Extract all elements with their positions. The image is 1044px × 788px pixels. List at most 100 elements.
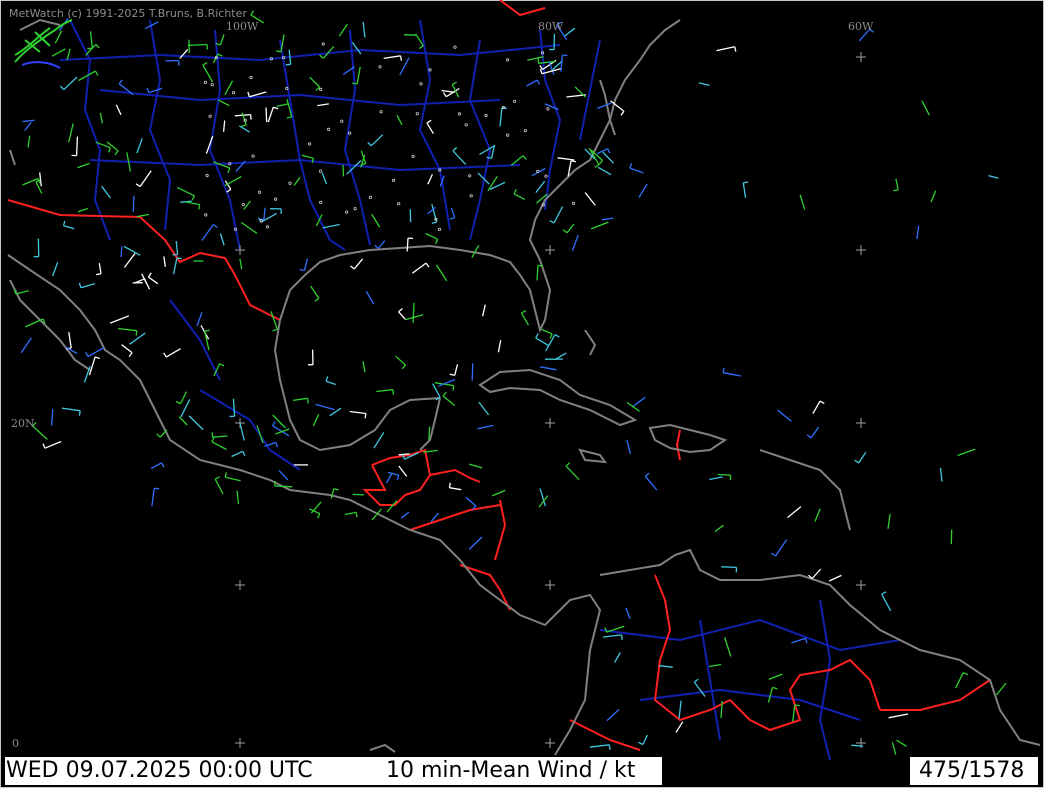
wind-barb-flag <box>128 352 133 357</box>
wind-barb <box>395 355 407 366</box>
calm-station-marker <box>251 154 255 158</box>
wind-barb <box>288 49 292 65</box>
wind-barb <box>383 55 401 60</box>
credit-text: MetWatch (c) 1991-2025 T.Bruns, B.Richte… <box>9 7 247 20</box>
wind-barb <box>602 634 622 638</box>
wind-barb <box>115 104 122 116</box>
wind-barb <box>27 135 31 148</box>
wind-barb <box>88 356 96 376</box>
wind-barb <box>175 240 179 255</box>
wind-barb-flag <box>273 106 279 110</box>
calm-station-marker <box>505 58 510 62</box>
wind-barb-flag <box>537 58 540 64</box>
wind-barb <box>129 332 146 345</box>
wind-barb-flag <box>59 85 65 91</box>
wind-barb <box>565 465 580 481</box>
wind-barb-flag <box>854 459 860 464</box>
calm-station-marker <box>378 65 382 69</box>
wind-barb-flag <box>806 434 812 439</box>
wind-barb-flag <box>425 262 430 268</box>
wind-barb <box>606 708 620 722</box>
wind-barb <box>777 409 792 422</box>
wind-barb <box>272 425 290 437</box>
calm-station-marker <box>513 99 517 103</box>
wind-barb <box>44 440 62 449</box>
wind-barb <box>426 122 434 135</box>
wind-barbs[interactable] <box>13 10 1007 755</box>
wind-barb-flag <box>214 476 220 480</box>
calm-station-marker <box>379 110 383 114</box>
wind-barb <box>22 119 35 123</box>
wind-barb <box>373 432 385 449</box>
wind-barb-flag <box>549 220 555 224</box>
wind-barb <box>123 253 136 268</box>
wind-barb <box>571 234 579 251</box>
calm-station-marker <box>265 225 270 229</box>
wind-barb <box>638 183 648 198</box>
wind-barb <box>881 593 892 612</box>
wind-barb <box>136 213 150 218</box>
wind-barb <box>51 262 59 277</box>
wind-barb <box>767 687 774 703</box>
wind-barb <box>468 463 483 469</box>
wind-barb <box>24 318 44 328</box>
political-borders <box>7 0 991 751</box>
wind-barb <box>61 407 81 412</box>
wind-barb <box>117 327 137 332</box>
wind-barb <box>722 372 741 377</box>
wind-barb <box>63 76 78 91</box>
calm-station-marker <box>571 201 576 205</box>
wind-barb <box>270 311 278 330</box>
wind-barb-flag <box>620 634 623 640</box>
wind-barb-flag <box>204 329 210 332</box>
wind-barb <box>54 30 63 44</box>
wind-barb <box>792 704 796 722</box>
wind-barb <box>400 511 410 519</box>
wind-barb <box>275 428 290 435</box>
wind-barb <box>584 192 596 206</box>
weather-map[interactable] <box>0 0 1044 788</box>
wind-barb-flag <box>539 68 543 74</box>
wind-barb <box>536 265 539 281</box>
wind-barb-flag <box>198 204 201 210</box>
wind-barb-flag <box>392 389 395 395</box>
wind-barb <box>709 476 723 481</box>
wind-barb <box>716 46 735 52</box>
wind-barb-flag <box>452 146 458 152</box>
calm-station-marker <box>391 178 396 182</box>
calm-station-marker <box>210 83 214 87</box>
wind-barb <box>708 663 722 668</box>
wind-barb <box>202 64 214 83</box>
wind-barb <box>814 508 821 522</box>
wind-barb-flag <box>114 150 119 156</box>
wind-barb-flag <box>562 54 568 57</box>
wind-barb <box>303 258 308 271</box>
calm-station-marker <box>415 112 419 116</box>
wind-barb <box>349 410 366 415</box>
wind-barb <box>352 493 364 496</box>
wind-barb <box>123 245 141 256</box>
wind-barb-flag <box>275 442 279 448</box>
wind-barb <box>955 672 964 689</box>
wind-barb <box>491 489 506 497</box>
wind-barb <box>20 337 32 354</box>
calm-station-marker <box>259 219 263 223</box>
wind-barb <box>365 290 375 305</box>
wind-barb <box>121 344 133 354</box>
calm-station-marker <box>273 197 278 201</box>
wind-barb <box>398 311 407 321</box>
calm-station-marker <box>411 154 415 158</box>
wind-barb <box>799 194 806 210</box>
wind-barb <box>693 681 706 697</box>
wind-barb <box>614 652 621 663</box>
wind-barb <box>812 400 821 415</box>
wind-barb <box>351 42 362 55</box>
wind-barb <box>887 513 891 529</box>
wind-barb <box>310 285 320 299</box>
grid-crosses <box>235 52 866 748</box>
wind-barb-flag <box>426 119 432 124</box>
wind-barb-flag <box>570 160 577 163</box>
wind-barb <box>371 213 381 228</box>
wind-barb <box>916 225 920 240</box>
wind-barb <box>768 673 783 681</box>
